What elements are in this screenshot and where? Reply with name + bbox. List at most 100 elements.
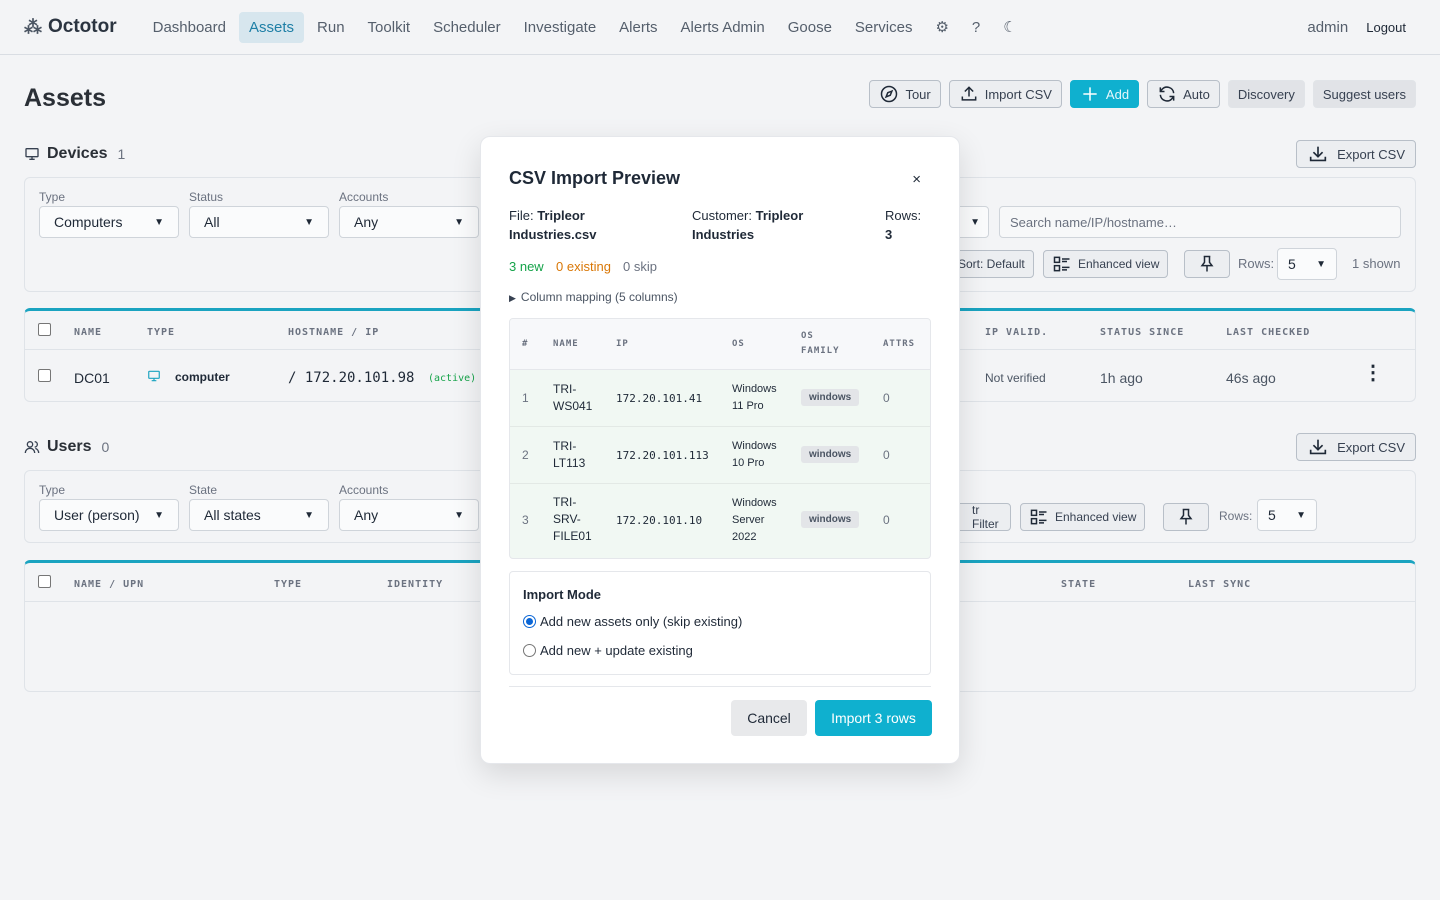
chevron-down-icon: ▼	[970, 216, 980, 228]
select-all-checkbox[interactable]	[38, 323, 51, 336]
rows-per-page-select[interactable]: 5 ▼	[1277, 248, 1337, 280]
last-checked: 46s ago	[1226, 370, 1276, 386]
stat-new: 3 new	[509, 259, 544, 274]
col-type[interactable]: TYPE	[147, 327, 175, 338]
nav-scheduler[interactable]: Scheduler	[423, 12, 511, 43]
enhanced-view-label: Enhanced view	[1055, 510, 1137, 524]
add-asset-button[interactable]: Add	[1069, 80, 1140, 108]
user-type-select[interactable]: User (person) ▼	[39, 499, 179, 531]
cancel-button[interactable]: Cancel	[731, 700, 807, 736]
nav-alerts[interactable]: Alerts	[609, 12, 667, 43]
refresh-icon	[1159, 86, 1175, 102]
logout-button[interactable]: Logout	[1366, 20, 1406, 35]
row-name: TRI- LT113	[553, 438, 585, 472]
device-search-input[interactable]: Search name/IP/hostname…	[999, 206, 1401, 238]
compass-icon	[881, 85, 898, 103]
device-host: / 172.20.101.98	[288, 370, 415, 386]
user-accounts-select[interactable]: Any ▼	[339, 499, 479, 531]
column-mapping-toggle[interactable]: ▶ Column mapping (5 columns)	[509, 290, 678, 304]
nav-run[interactable]: Run	[307, 12, 355, 43]
col-name: NAME	[553, 339, 579, 349]
auto-refresh-button[interactable]: Auto	[1147, 80, 1220, 108]
users-title: Users	[47, 438, 92, 455]
mode-skip-existing-label: Add new assets only (skip existing)	[540, 614, 743, 629]
list-view-icon	[1030, 509, 1047, 525]
mode-skip-existing-option[interactable]: Add new assets only (skip existing)	[523, 614, 742, 629]
col-identity[interactable]: IDENTITY	[387, 579, 443, 590]
row-os: Windows Server 2022	[732, 495, 777, 546]
enhanced-view-button[interactable]: Enhanced view	[1043, 250, 1169, 278]
col-user-type[interactable]: TYPE	[274, 579, 302, 590]
rows-label: Rows:	[1238, 256, 1275, 271]
top-nav: ⁂ Octotor Dashboard Assets Run Toolkit S…	[0, 0, 1440, 55]
status-filter-label: Status	[189, 190, 224, 204]
user-rows-select[interactable]: 5 ▼	[1257, 499, 1317, 531]
pin-icon	[1179, 508, 1193, 525]
user-enhanced-view-button[interactable]: Enhanced view	[1020, 503, 1146, 531]
row-checkbox[interactable]	[38, 369, 51, 382]
computer-icon	[148, 370, 160, 382]
devices-export-csv-button[interactable]: Export CSV	[1296, 140, 1416, 168]
nav-toolkit[interactable]: Toolkit	[358, 12, 421, 43]
pin-button[interactable]	[1184, 250, 1230, 278]
mode-update-existing-option[interactable]: Add new + update existing	[523, 643, 693, 658]
preview-row: 2 TRI- LT113 172.20.101.113 Windows 10 Pro…	[510, 427, 930, 484]
csv-import-preview-modal: CSV Import Preview × File: Tripleor Indu…	[480, 136, 960, 764]
col-os: OS	[732, 339, 745, 349]
row-os-line-1: Windows	[732, 497, 777, 509]
mode-skip-existing-radio[interactable]	[523, 615, 536, 628]
row-os: Windows 11 Pro	[732, 381, 777, 415]
row-name-line-2: SRV-	[553, 512, 581, 526]
theme-moon-icon[interactable]: ☾	[993, 11, 1026, 43]
plus-icon	[1083, 87, 1097, 101]
row-os-line-3: 2022	[732, 531, 757, 543]
user-pin-button[interactable]	[1163, 503, 1209, 531]
col-last-sync[interactable]: LAST SYNC	[1188, 579, 1251, 590]
col-ip-valid[interactable]: IP VALID.	[985, 327, 1048, 338]
col-hostname-ip[interactable]: HOSTNAME / IP	[288, 327, 379, 338]
mode-update-existing-radio[interactable]	[523, 644, 536, 657]
user-state-value: All states	[204, 507, 261, 523]
help-icon[interactable]: ?	[962, 12, 990, 43]
brand[interactable]: ⁂ Octotor	[24, 16, 117, 38]
import-csv-button[interactable]: Import CSV	[948, 80, 1062, 108]
device-name[interactable]: DC01	[74, 370, 110, 386]
nav-goose[interactable]: Goose	[778, 12, 842, 43]
users-export-csv-button[interactable]: Export CSV	[1296, 433, 1416, 461]
row-name-line-3: FILE01	[553, 529, 592, 543]
nav-dashboard[interactable]: Dashboard	[143, 12, 236, 43]
select-all-users-checkbox[interactable]	[38, 575, 51, 588]
nav-investigate[interactable]: Investigate	[514, 12, 607, 43]
col-status-since[interactable]: STATUS SINCE	[1100, 327, 1184, 338]
suggest-users-button[interactable]: Suggest users	[1312, 80, 1416, 108]
nav-services[interactable]: Services	[845, 12, 923, 43]
row-name: TRI- SRV- FILE01	[553, 494, 592, 545]
accounts-filter-label: Accounts	[339, 190, 389, 204]
col-name[interactable]: NAME	[74, 327, 102, 338]
username: admin	[1307, 19, 1349, 36]
type-filter-select[interactable]: Computers ▼	[39, 206, 179, 238]
col-last-checked[interactable]: LAST CHECKED	[1226, 327, 1310, 338]
shown-count: 1 shown	[1352, 256, 1401, 271]
close-icon[interactable]: ×	[912, 171, 921, 188]
chevron-down-icon: ▼	[454, 216, 464, 228]
preview-row: 1 TRI- WS041 172.20.101.41 Windows 11 Pro …	[510, 370, 930, 427]
file-name-part-1: Tripleor	[537, 208, 585, 223]
accounts-filter-select[interactable]: Any ▼	[339, 206, 479, 238]
status-filter-select[interactable]: All ▼	[189, 206, 329, 238]
download-icon	[1309, 439, 1327, 455]
user-state-select[interactable]: All states ▼	[189, 499, 329, 531]
nav-alerts-admin[interactable]: Alerts Admin	[671, 12, 775, 43]
status-filter-value: All	[204, 214, 220, 230]
settings-gear-icon[interactable]: ⚙	[925, 11, 958, 43]
tour-button[interactable]: Tour	[869, 80, 941, 108]
row-ip: 172.20.101.41	[616, 392, 703, 405]
discovery-button[interactable]: Discovery	[1227, 80, 1305, 108]
col-state[interactable]: STATE	[1061, 579, 1096, 590]
sort-button[interactable]: Sort: Default	[949, 250, 1034, 278]
col-name-upn[interactable]: NAME / UPN	[74, 579, 144, 590]
import-rows-button[interactable]: Import 3 rows	[815, 700, 932, 736]
nav-assets[interactable]: Assets	[239, 11, 305, 43]
status-since: 1h ago	[1100, 370, 1143, 386]
row-menu-kebab-icon[interactable]: ⋮	[1363, 363, 1383, 383]
